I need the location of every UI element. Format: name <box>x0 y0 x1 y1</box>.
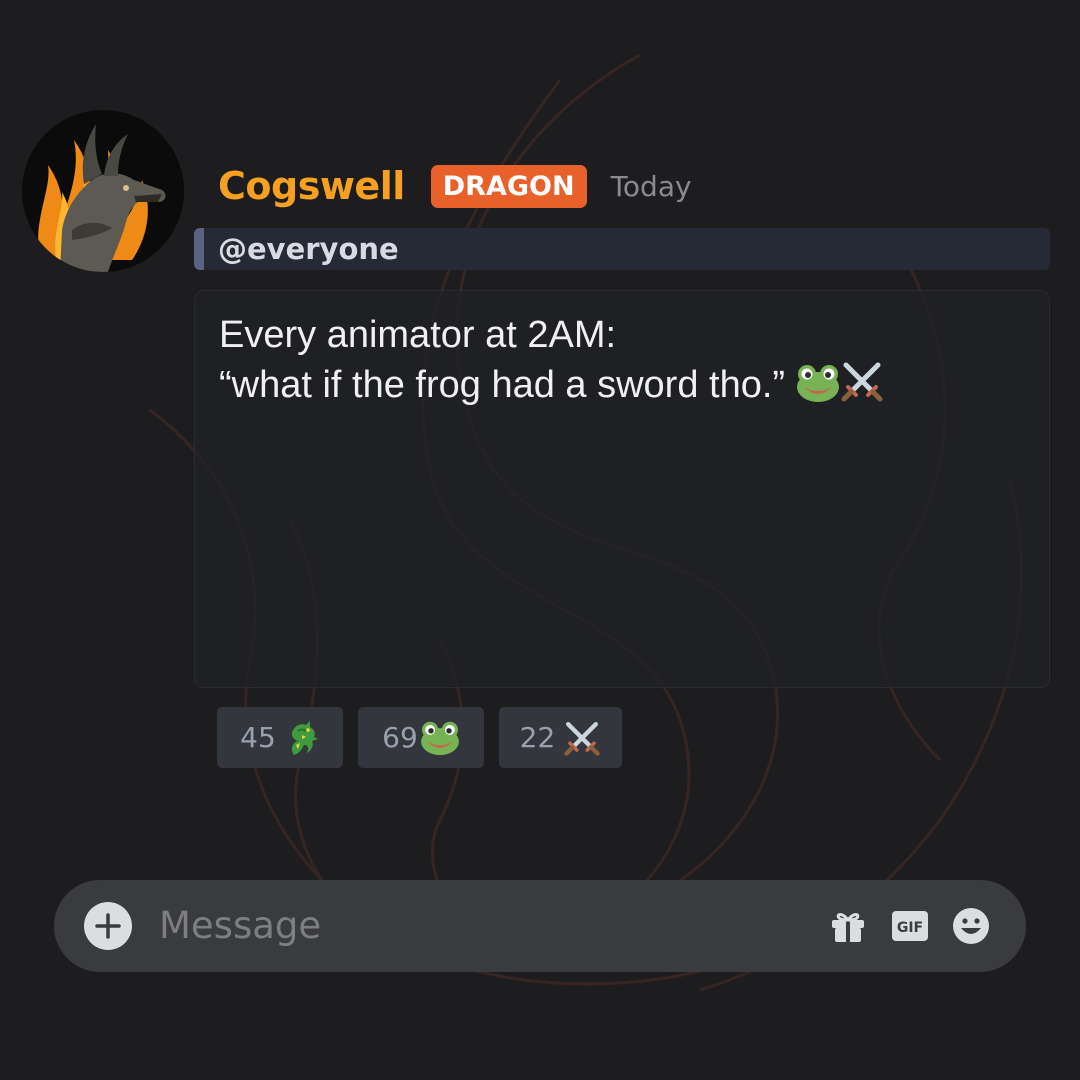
mention-highlight: @everyone <box>194 228 1050 270</box>
gift-button[interactable] <box>828 906 868 946</box>
message-body: Every animator at 2AM: “what if the frog… <box>194 290 1050 688</box>
frog-icon <box>796 363 840 415</box>
reaction-crossed-swords[interactable]: 22 <box>499 707 622 768</box>
gif-button[interactable]: GIF <box>890 906 930 946</box>
gif-icon: GIF <box>892 911 928 941</box>
emoji-icon <box>953 908 989 944</box>
dragon-avatar-icon <box>22 110 184 272</box>
message-composer: Message GIF <box>54 880 1026 972</box>
reaction-count: 22 <box>519 721 556 754</box>
crossed-swords-icon <box>840 359 884 415</box>
frog-icon <box>420 720 460 756</box>
avatar[interactable] <box>22 110 184 272</box>
reaction-count: 45 <box>240 721 276 754</box>
emoji-button[interactable] <box>951 906 991 946</box>
timestamp: Today <box>610 169 692 203</box>
gif-label: GIF <box>897 920 923 936</box>
mention-everyone[interactable]: @everyone <box>218 232 399 266</box>
reaction-frog[interactable]: 69 <box>358 707 484 768</box>
reaction-count: 69 <box>382 721 418 754</box>
message-line-1: Every animator at 2AM: <box>219 314 617 356</box>
reaction-dragon[interactable]: 45 <box>217 707 343 768</box>
add-attachment-button[interactable] <box>84 902 132 950</box>
reactions-row: 45 69 22 <box>217 707 637 768</box>
role-badge: DRAGON <box>430 164 587 208</box>
add-icon <box>95 913 121 939</box>
author-name[interactable]: Cogswell <box>218 164 405 208</box>
dragon-icon <box>284 719 320 757</box>
message-header: Cogswell DRAGON Today <box>218 160 692 212</box>
crossed-swords-icon <box>563 719 601 757</box>
message-line-2: “what if the frog had a sword tho.” <box>219 359 1025 415</box>
message-input[interactable]: Message <box>159 902 321 950</box>
message-line-2-text: “what if the frog had a sword tho.” <box>219 364 786 406</box>
gift-icon <box>832 913 864 942</box>
